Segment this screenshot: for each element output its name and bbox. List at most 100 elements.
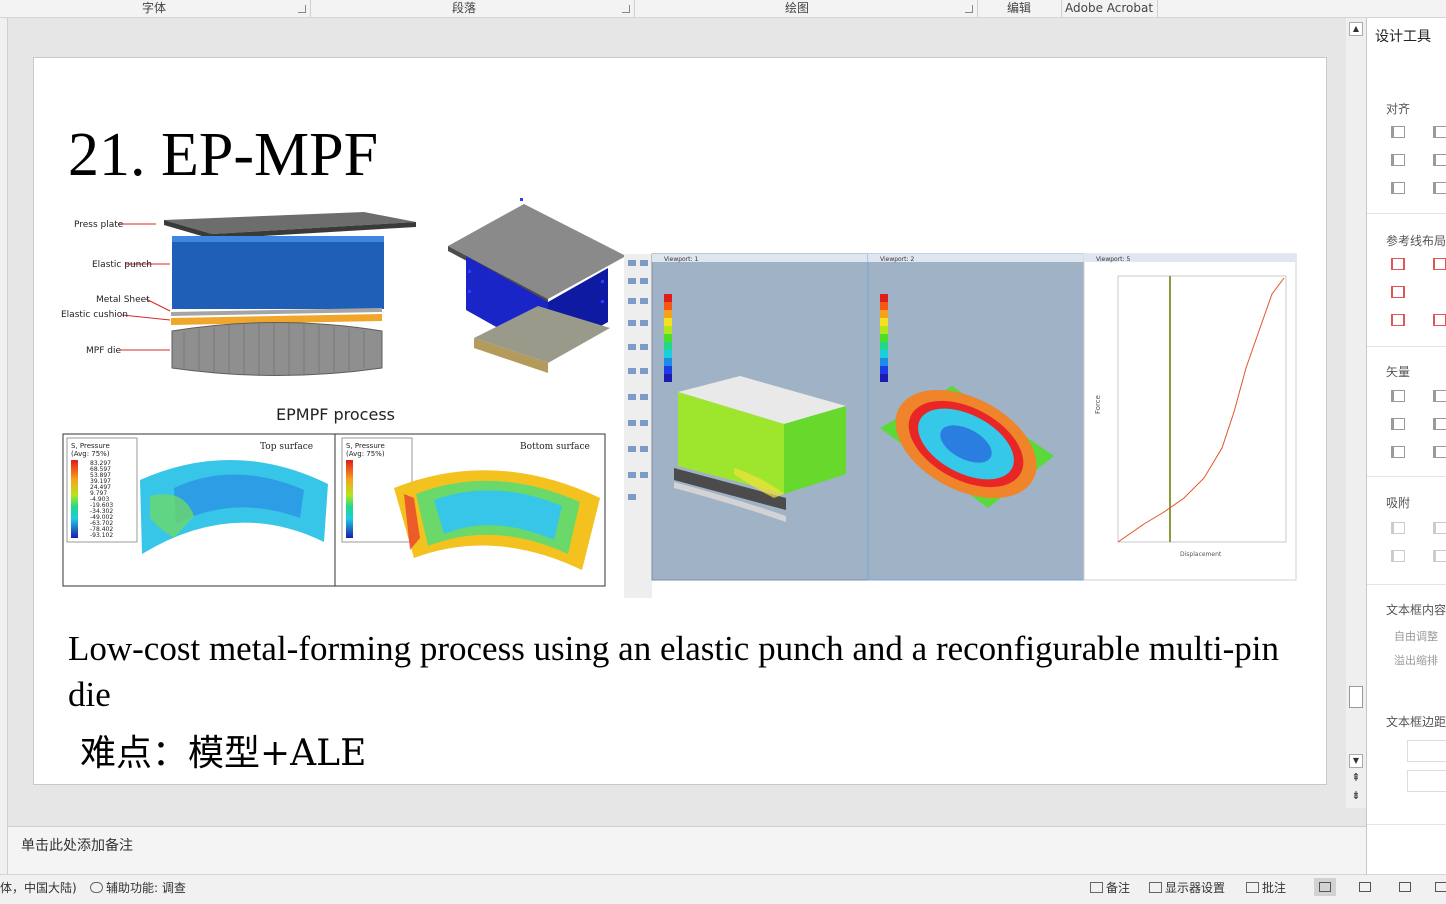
snap-shape-icon[interactable] — [1433, 522, 1446, 534]
slide-difficulty[interactable]: 难点：模型+ALE — [80, 724, 366, 776]
accessibility-label: 辅助功能: 调查 — [106, 881, 186, 895]
comments-label: 批注 — [1262, 881, 1287, 895]
elastic-cushion-label: Elastic cushion — [61, 310, 128, 320]
ribbon-group-editing-label: 编辑 — [1007, 1, 1032, 15]
notes-placeholder[interactable]: 单击此处添加备注 — [21, 835, 133, 855]
font-dialog-launcher-icon[interactable] — [298, 5, 306, 13]
notes-icon — [1090, 882, 1103, 893]
notes-pane[interactable]: 单击此处添加备注 — [8, 826, 1366, 874]
elastic-punch-top-shape — [172, 236, 384, 242]
scroll-thumb[interactable] — [1349, 686, 1363, 708]
viewport-2-label: Viewport: 2 — [880, 256, 914, 263]
slide-description[interactable]: Low-cost metal-forming process using an … — [68, 626, 1298, 718]
slideshow-button[interactable] — [1430, 878, 1446, 896]
slide-canvas[interactable]: 21. EP-MPF Press plate Elastic punch Met… — [33, 57, 1327, 785]
legend-avg-top: (Avg: 75%) — [71, 450, 110, 458]
snap-edge-icon[interactable] — [1433, 550, 1446, 562]
legend-title-bottom: S, Pressure — [346, 442, 385, 450]
process-caption: EPMPF process — [276, 405, 395, 424]
overflow-shrink-option[interactable]: 溢出缩排 — [1394, 652, 1438, 668]
language-status[interactable]: 体，中国大陆) — [0, 879, 77, 896]
notes-toggle-label: 备注 — [1106, 881, 1131, 895]
vector-combine-icon[interactable] — [1433, 390, 1446, 402]
viewport-1-panel: Viewport: 1 — [651, 253, 869, 581]
ribbon-group-font: 字体 — [0, 0, 311, 17]
previous-slide-icon[interactable]: ⇞ — [1349, 772, 1363, 786]
align-section-label: 对齐 — [1386, 102, 1411, 116]
comments-button[interactable]: 批注 — [1246, 879, 1286, 896]
align-left-icon[interactable] — [1391, 126, 1405, 138]
ribbon-group-paragraph-label: 段落 — [452, 1, 477, 15]
vector-union-icon[interactable] — [1391, 390, 1405, 402]
mpf-die-label: MPF die — [86, 346, 121, 356]
normal-view-button[interactable] — [1314, 878, 1336, 896]
align-center-icon[interactable] — [1433, 126, 1446, 138]
scroll-up-icon[interactable]: ▲ — [1349, 22, 1363, 36]
abaqus-toolbox-strip — [624, 254, 652, 598]
scroll-down-icon[interactable]: ▼ — [1349, 754, 1363, 768]
margin-left-field[interactable] — [1407, 740, 1446, 762]
ribbon-group-font-label: 字体 — [142, 1, 167, 15]
distribute-vertical-icon[interactable] — [1433, 182, 1446, 194]
ribbon-group-labels: 字体 段落 绘图 编辑 Adobe Acrobat — [0, 0, 1446, 18]
ribbon-group-acrobat: Adobe Acrobat — [1062, 0, 1158, 17]
design-tools-pane: 设计工具 对齐 参考线布局 矢量 吸附 文本框内容 自由调整 溢出缩排 文本框边… — [1366, 18, 1446, 874]
margin-right-field[interactable] — [1407, 770, 1446, 792]
exploded-assembly-diagram: Press plate Elastic punch Metal Sheet El… — [61, 212, 416, 424]
vector-shape-icon[interactable] — [1433, 446, 1446, 458]
slide-sorter-button[interactable] — [1354, 878, 1376, 896]
guide-left-icon[interactable] — [1391, 258, 1405, 270]
drawing-dialog-launcher-icon[interactable] — [965, 5, 973, 13]
paragraph-dialog-launcher-icon[interactable] — [622, 5, 630, 13]
top-surface-label: Top surface — [260, 442, 313, 452]
vector-section-label: 矢量 — [1386, 365, 1411, 379]
next-slide-icon[interactable]: ⇟ — [1349, 790, 1363, 804]
viewport-5-label: Viewport: 5 — [1096, 256, 1130, 263]
snap-grid-icon[interactable] — [1391, 522, 1405, 534]
reading-view-button[interactable] — [1394, 878, 1416, 896]
accessibility-status[interactable]: 辅助功能: 调查 — [90, 879, 186, 896]
accessibility-icon — [90, 882, 103, 893]
design-tools-title: 设计工具 — [1375, 29, 1431, 45]
align-middle-icon[interactable] — [1433, 154, 1446, 166]
slide-sorter-icon — [1359, 882, 1371, 892]
presentation-app-window: { "ribbon": { "groups": [ {"label": "字体"… — [0, 0, 1446, 904]
elastic-punch-shape — [172, 241, 384, 309]
align-top-icon[interactable] — [1391, 154, 1405, 166]
reading-view-icon — [1399, 882, 1411, 892]
legend-avg-bottom: (Avg: 75%) — [346, 450, 385, 458]
vector-intersect-icon[interactable] — [1433, 418, 1446, 430]
slide-title[interactable]: 21. EP-MPF — [68, 120, 378, 191]
display-settings-button[interactable]: 显示器设置 — [1149, 879, 1225, 896]
guide-center-icon[interactable] — [1433, 258, 1446, 270]
metal-sheet-label: Metal Sheet — [96, 295, 150, 305]
pressure-contour-panel: S, Pressure (Avg: 75%) 83.297 68.597 53.… — [62, 433, 606, 587]
viewport-1-label: Viewport: 1 — [664, 256, 698, 263]
guide-top-icon[interactable] — [1391, 286, 1405, 298]
snap-section-label: 吸附 — [1386, 496, 1411, 510]
elastic-punch-label: Elastic punch — [92, 260, 152, 270]
auto-adjust-option[interactable]: 自由调整 — [1394, 628, 1438, 644]
distribute-horizontal-icon[interactable] — [1391, 182, 1405, 194]
legend-title-top: S, Pressure — [71, 442, 110, 450]
vector-subtract-icon[interactable] — [1391, 418, 1405, 430]
normal-view-icon — [1319, 882, 1331, 892]
textbox-content-label: 文本框内容 — [1386, 603, 1446, 617]
notes-toggle-button[interactable]: 备注 — [1090, 879, 1130, 896]
thumbnail-pane-edge[interactable] — [0, 18, 8, 874]
plot-force-label: Force — [1094, 395, 1102, 414]
viewport-1-legend — [664, 294, 672, 382]
ribbon-group-drawing: 绘图 — [635, 0, 978, 17]
slideshow-icon — [1435, 882, 1446, 892]
guide-height-icon[interactable] — [1433, 314, 1446, 326]
ribbon-group-acrobat-label: Adobe Acrobat — [1065, 1, 1154, 15]
guide-width-icon[interactable] — [1391, 314, 1405, 326]
status-bar: 体，中国大陆) 辅助功能: 调查 备注 显示器设置 批注 — [0, 874, 1446, 904]
snap-guide-icon[interactable] — [1391, 550, 1405, 562]
vector-text-icon[interactable] — [1391, 446, 1405, 458]
vertical-scrollbar[interactable]: ▲ ▼ ⇞ ⇟ — [1346, 18, 1366, 808]
epmpf-figure-image[interactable]: Press plate Elastic punch Metal Sheet El… — [34, 198, 1328, 598]
viewport-2-panel: Viewport: 2 — [867, 253, 1085, 581]
viewport-5-force-plot: Viewport: 5 Force Displacement — [1083, 253, 1297, 581]
plot-x-label: Displacement — [1180, 551, 1222, 558]
